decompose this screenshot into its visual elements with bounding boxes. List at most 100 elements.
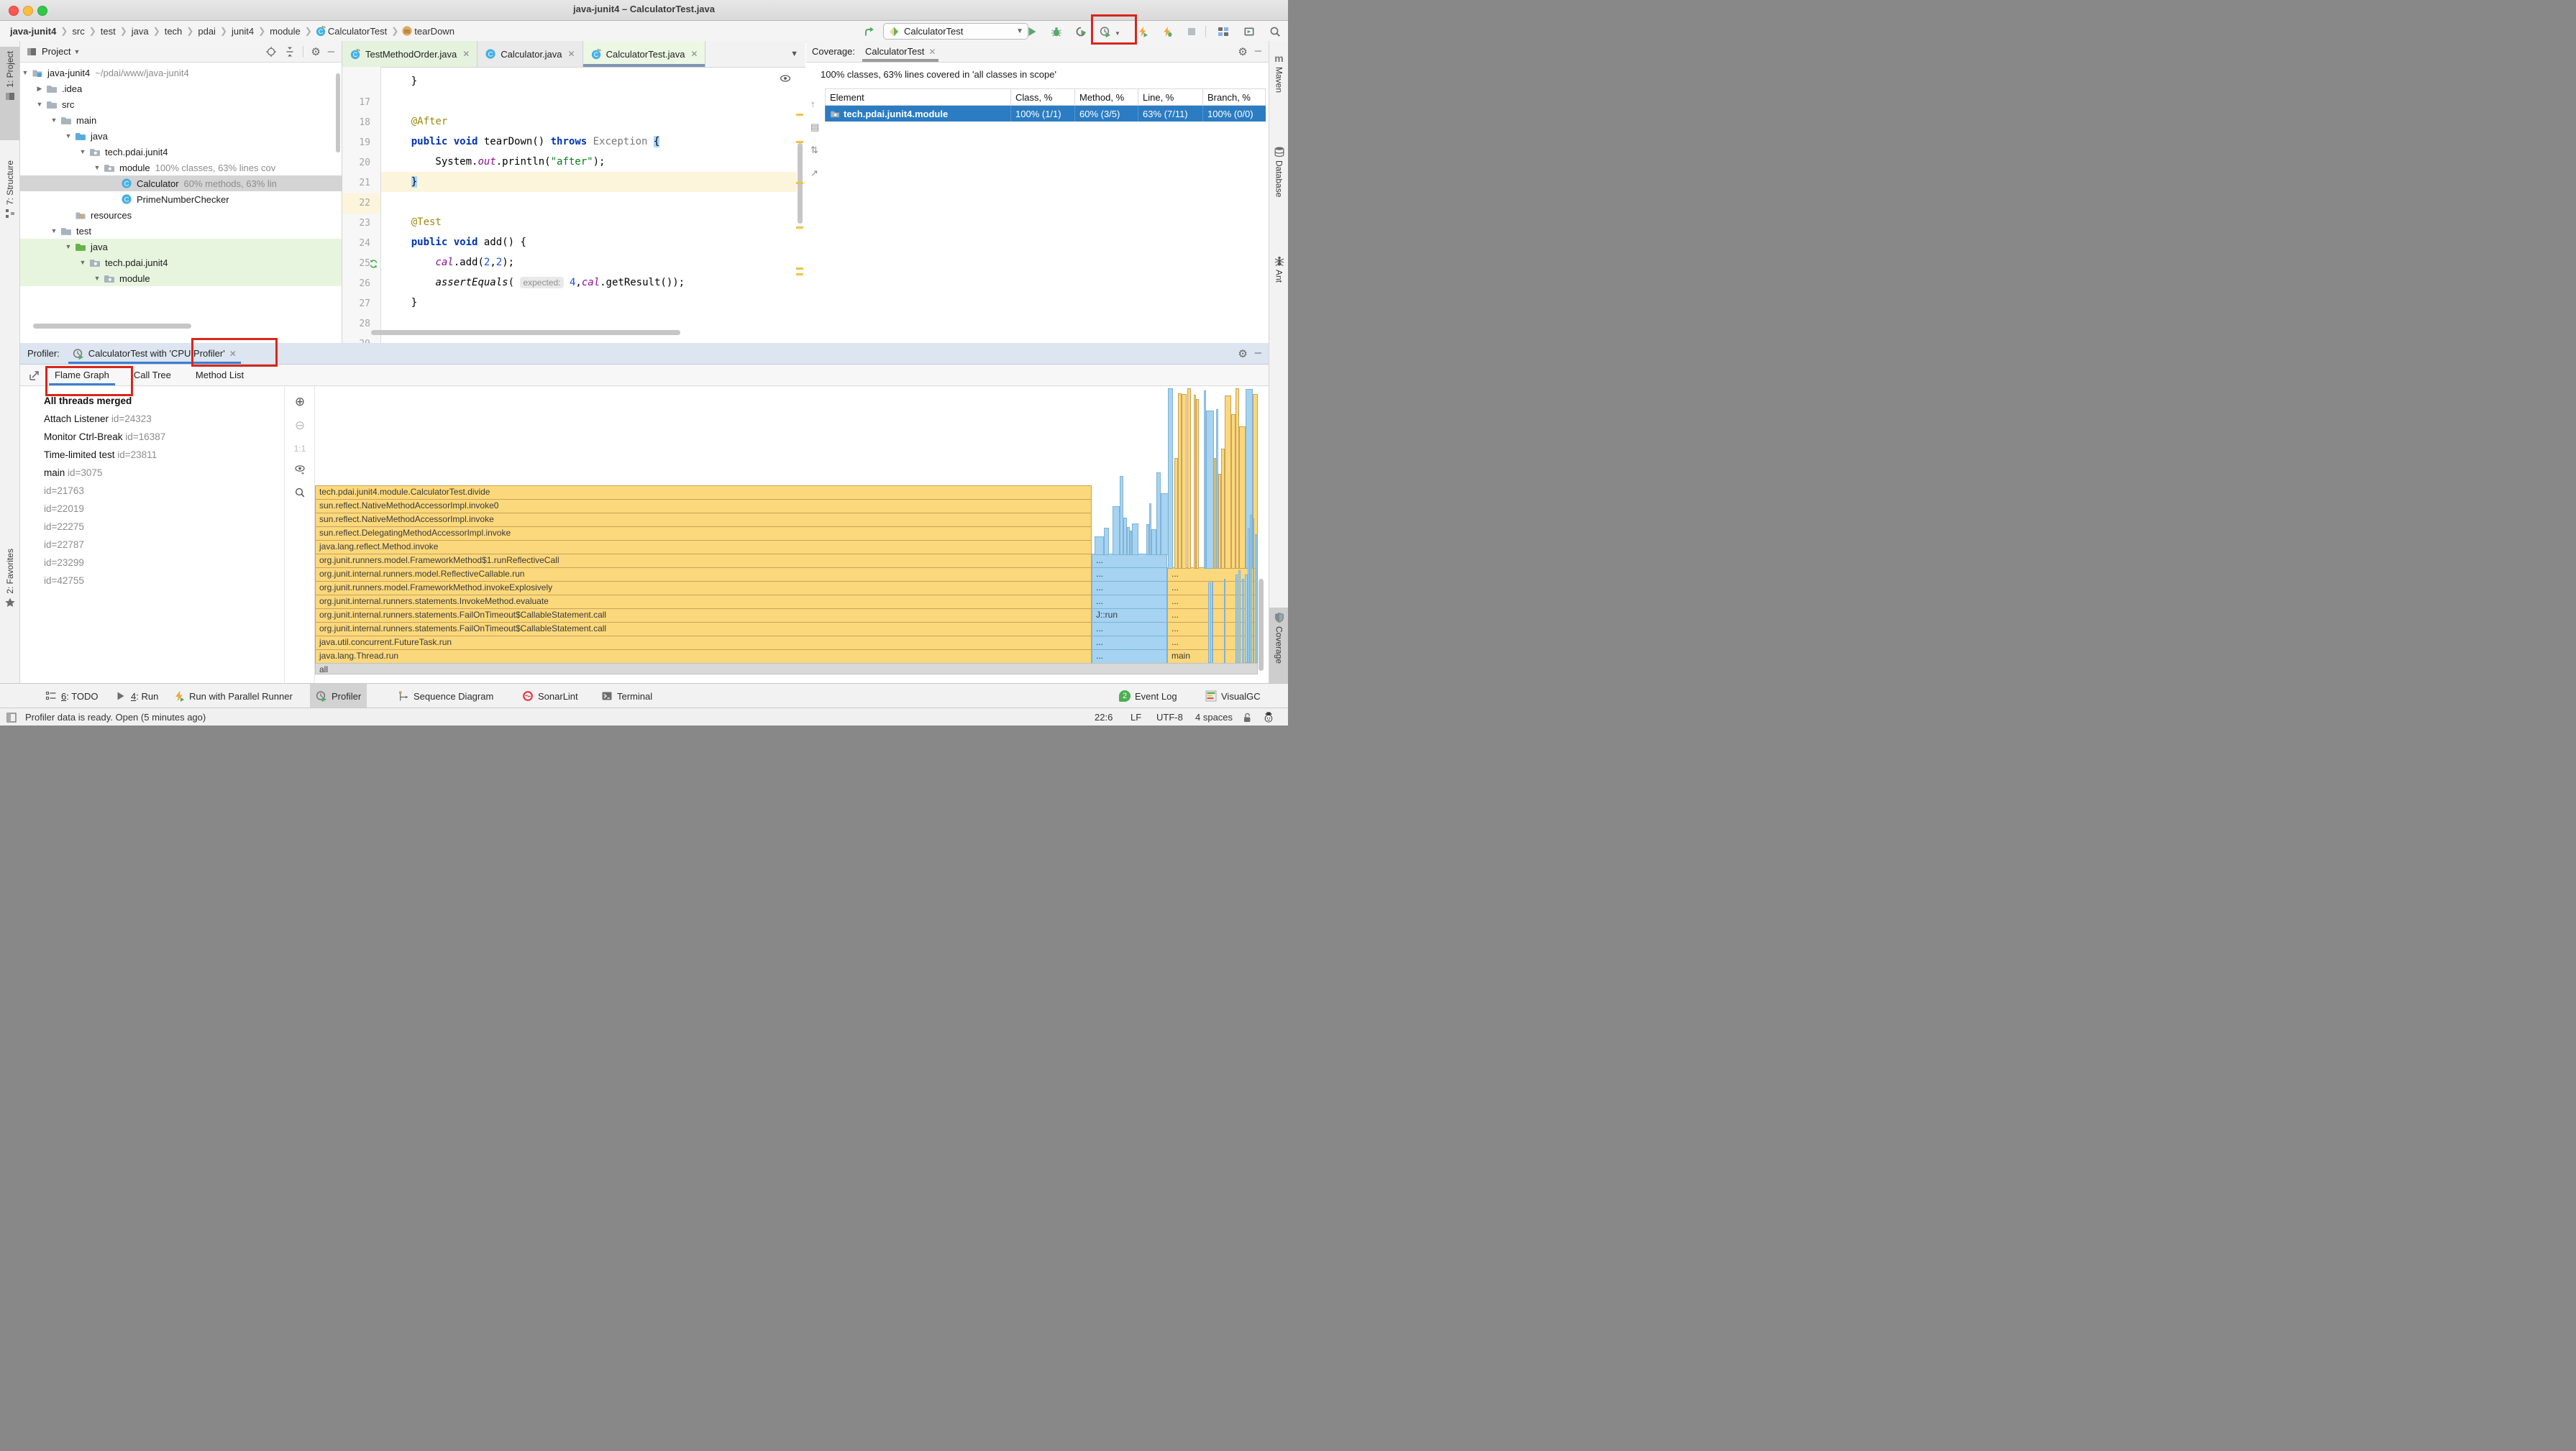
breadcrumb-item[interactable]: src bbox=[70, 26, 86, 37]
thread-item[interactable]: id=23299 bbox=[44, 554, 84, 572]
reset-zoom-icon[interactable]: 1:1 bbox=[285, 444, 315, 454]
flame-spike[interactable] bbox=[1212, 582, 1214, 663]
lock-icon[interactable] bbox=[1241, 708, 1253, 726]
flame-frame[interactable]: java.lang.reflect.Method.invoke bbox=[315, 540, 1092, 554]
collapse-arrow-icon[interactable]: ▼ bbox=[50, 227, 58, 234]
tree-item-calculator[interactable]: CCalculator60% methods, 63% lin bbox=[20, 175, 342, 191]
flame-frame[interactable]: tech.pdai.junit4.module.CalculatorTest.d… bbox=[315, 485, 1092, 500]
code-line-18[interactable] bbox=[381, 91, 797, 111]
thread-item[interactable]: id=42755 bbox=[44, 572, 84, 590]
close-icon[interactable]: ✕ bbox=[462, 49, 470, 59]
search-everywhere-button-icon[interactable] bbox=[1269, 25, 1282, 38]
collapse-arrow-icon[interactable]: ▼ bbox=[36, 101, 43, 108]
code-line-20[interactable]: public void tearDown() throws Exception … bbox=[381, 132, 797, 152]
caret-position-widget[interactable]: 22:6 bbox=[1095, 708, 1113, 726]
flame-spike[interactable] bbox=[1196, 399, 1199, 569]
flame-graph[interactable]: tech.pdai.junit4.module.CalculatorTest.d… bbox=[314, 386, 1258, 683]
flame-frame-blue[interactable]: ... bbox=[1092, 581, 1167, 595]
hide-panel-icon[interactable]: ─ bbox=[1255, 45, 1261, 58]
coverage-column-header[interactable]: Branch, % bbox=[1203, 89, 1266, 106]
collapse-arrow-icon[interactable]: ▼ bbox=[93, 275, 101, 282]
code-line-22[interactable]: } bbox=[381, 172, 797, 192]
highlighting-level-eye-icon[interactable] bbox=[780, 73, 791, 84]
editor-code-area[interactable]: } @After public void tearDown() throws E… bbox=[381, 67, 797, 343]
collapse-arrow-icon[interactable]: ▼ bbox=[50, 116, 58, 124]
flame-frame[interactable]: org.junit.internal.runners.statements.In… bbox=[315, 595, 1092, 609]
rerun-test-gutter-icon[interactable] bbox=[368, 258, 379, 269]
gear-icon[interactable]: ⚙ bbox=[1238, 45, 1247, 58]
stripe-tab-maven[interactable]: mMaven bbox=[1269, 48, 1288, 126]
project-vertical-scrollbar[interactable] bbox=[336, 73, 340, 152]
stripe-tab----favorites[interactable]: 2: Favorites bbox=[0, 544, 19, 639]
coverage-column-header[interactable]: Class, % bbox=[1011, 89, 1075, 106]
run-configuration-select[interactable]: CalculatorTest▼ bbox=[883, 23, 1028, 40]
rerun-button-icon[interactable] bbox=[1136, 25, 1149, 38]
zoom-out-icon[interactable]: ⊖ bbox=[285, 418, 315, 433]
flame-spike[interactable] bbox=[1250, 515, 1252, 663]
breadcrumb-item[interactable]: java bbox=[130, 26, 150, 37]
rerun-failed-tests-button-icon[interactable] bbox=[1161, 25, 1174, 38]
stripe-tab-ant[interactable]: Ant bbox=[1269, 251, 1288, 311]
flame-spike[interactable] bbox=[1095, 536, 1104, 555]
coverage-table-row[interactable]: tech.pdai.junit4.module100% (1/1)60% (3/… bbox=[826, 106, 1266, 122]
close-icon[interactable]: ✕ bbox=[568, 49, 575, 59]
toolwindow-button-sonarlint[interactable]: SonarLint bbox=[516, 684, 584, 708]
flame-spike[interactable] bbox=[1231, 414, 1236, 569]
profiler-session-tab[interactable]: CalculatorTest with 'CPU Profiler' ✕ bbox=[73, 343, 237, 364]
flame-spike[interactable] bbox=[1104, 528, 1109, 555]
tree-item-module[interactable]: ▼module bbox=[20, 270, 342, 286]
debug-button-icon[interactable] bbox=[1050, 25, 1063, 38]
close-icon[interactable]: ✕ bbox=[229, 349, 237, 359]
run-window-button-icon[interactable] bbox=[1243, 25, 1256, 38]
flame-spike[interactable] bbox=[1253, 518, 1255, 663]
coverage-column-header[interactable]: Element bbox=[826, 89, 1011, 106]
flame-frame[interactable]: java.lang.Thread.run bbox=[315, 649, 1092, 664]
flatten-packages-icon[interactable]: ▤ bbox=[810, 122, 819, 133]
flame-frame-blue[interactable]: ... bbox=[1092, 567, 1167, 582]
profiler-tab-call-tree[interactable]: Call Tree bbox=[134, 365, 171, 385]
collapse-arrow-icon[interactable]: ▼ bbox=[22, 69, 29, 76]
profiler-tab-flame-graph[interactable]: Flame Graph bbox=[55, 365, 109, 385]
code-line-17[interactable]: } bbox=[381, 71, 797, 91]
flame-frame[interactable]: sun.reflect.NativeMethodAccessorImpl.inv… bbox=[315, 499, 1092, 513]
up-level-icon[interactable]: ↑ bbox=[810, 99, 816, 109]
toolwindow-quick-access-icon[interactable] bbox=[6, 708, 17, 726]
tree-item-java[interactable]: ▼java bbox=[20, 239, 342, 255]
tree-item-main[interactable]: ▼main bbox=[20, 112, 342, 128]
stop-button-icon[interactable] bbox=[1185, 25, 1198, 38]
flame-spike[interactable] bbox=[1151, 529, 1156, 555]
status-message[interactable]: Profiler data is ready. Open (5 minutes … bbox=[25, 708, 206, 726]
flame-frame[interactable]: java.util.concurrent.FutureTask.run bbox=[315, 636, 1092, 650]
breadcrumb-item[interactable]: pdai bbox=[196, 26, 217, 37]
collapse-arrow-icon[interactable]: ▼ bbox=[79, 259, 86, 266]
tree-item-resources[interactable]: resources bbox=[20, 207, 342, 223]
hide-panel-icon[interactable]: ─ bbox=[1255, 347, 1261, 360]
flame-frame[interactable]: org.junit.runners.model.FrameworkMethod$… bbox=[315, 554, 1092, 568]
flame-frame[interactable]: org.junit.internal.runners.statements.Fa… bbox=[315, 608, 1092, 623]
user-icon[interactable] bbox=[1263, 708, 1274, 726]
flame-frame[interactable]: sun.reflect.NativeMethodAccessorImpl.inv… bbox=[315, 513, 1092, 527]
flame-spike[interactable] bbox=[1239, 426, 1246, 569]
eye-icon[interactable] bbox=[285, 464, 315, 477]
profiler-button-icon[interactable] bbox=[1099, 25, 1112, 38]
flame-spike[interactable] bbox=[1238, 570, 1241, 663]
tree-item-tech-pdai-junit4[interactable]: ▼tech.pdai.junit4 bbox=[20, 255, 342, 270]
gear-icon[interactable]: ⚙ bbox=[1238, 347, 1247, 360]
flame-frame-blue[interactable]: ... bbox=[1092, 595, 1167, 609]
flame-spike[interactable] bbox=[1255, 534, 1257, 663]
tree-item-tech-pdai-junit4[interactable]: ▼tech.pdai.junit4 bbox=[20, 144, 342, 160]
toolwindow-button-run-with-parallel-runner[interactable]: Run with Parallel Runner bbox=[168, 684, 298, 708]
tree-item-src[interactable]: ▼src bbox=[20, 96, 342, 112]
flame-frame-blue[interactable]: ... bbox=[1092, 622, 1167, 636]
tree-item-java[interactable]: ▼java bbox=[20, 128, 342, 144]
collapse-all-icon[interactable] bbox=[284, 46, 296, 58]
close-icon[interactable]: ✕ bbox=[928, 47, 936, 57]
flame-frame[interactable]: org.junit.runners.model.FrameworkMethod.… bbox=[315, 581, 1092, 595]
project-structure-button-icon[interactable] bbox=[1217, 25, 1230, 38]
toolwindow-button-visualgc[interactable]: VisualGC bbox=[1200, 684, 1266, 708]
flame-frame-blue[interactable]: ... bbox=[1092, 636, 1167, 650]
run-with-coverage-button-icon[interactable] bbox=[1074, 25, 1087, 38]
breadcrumb-item[interactable]: module bbox=[268, 26, 302, 37]
flame-spike[interactable] bbox=[1224, 579, 1225, 663]
stripe-tab-coverage[interactable]: Coverage bbox=[1269, 608, 1288, 688]
